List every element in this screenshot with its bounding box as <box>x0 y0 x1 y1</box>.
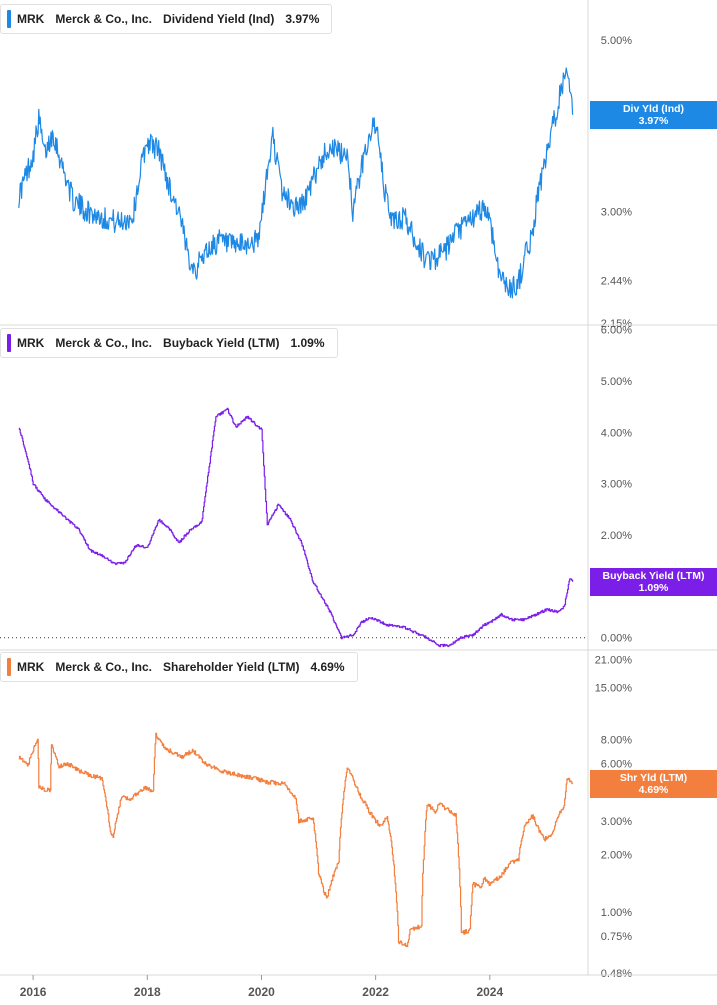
tag-value: 4.69% <box>638 783 669 796</box>
y-tick-label: 3.00% <box>601 479 632 491</box>
y-tick-label: 8.00% <box>601 735 632 747</box>
y-tick-label: 6.00% <box>601 758 632 770</box>
y-tick-label: 15.00% <box>595 682 633 694</box>
tag-value: 3.97% <box>638 114 669 127</box>
x-tick-label: 2024 <box>476 985 503 999</box>
y-tick-label: 0.00% <box>601 633 632 645</box>
buyback-yield-value-tag: Buyback Yield (LTM) 1.09% <box>590 567 717 596</box>
tag-title: Shr Yld (LTM) <box>619 771 688 784</box>
y-tick-label: 3.00% <box>601 206 632 218</box>
y-tick-label: 0.75% <box>601 931 632 943</box>
x-tick-label: 2016 <box>20 985 47 999</box>
tag-title: Div Yld (Ind) <box>622 102 685 115</box>
shareholder-yield-value-tag: Shr Yld (LTM) 4.69% <box>590 769 717 798</box>
y-tick-label: 2.00% <box>601 530 632 542</box>
x-tick-label: 2020 <box>248 985 275 999</box>
y-tick-label: 21.00% <box>595 655 633 667</box>
y-tick-label: 1.00% <box>601 907 632 919</box>
y-tick-label: 3.00% <box>601 816 632 828</box>
dividend-yield-value-tag: Div Yld (Ind) 3.97% <box>590 100 717 129</box>
y-tick-label: 2.00% <box>601 850 632 862</box>
series-line <box>18 407 574 648</box>
y-tick-label: 0.48% <box>601 968 632 980</box>
y-tick-label: 4.00% <box>601 427 632 439</box>
y-tick-label: 2.44% <box>601 276 632 288</box>
yield-charts: 5.00%3.00%2.44%2.15%6.00%5.00%4.00%3.00%… <box>0 0 717 999</box>
y-tick-label: 6.00% <box>601 325 632 337</box>
tag-value: 1.09% <box>638 581 669 594</box>
y-tick-label: 5.00% <box>601 35 632 47</box>
x-tick-label: 2022 <box>362 985 389 999</box>
series-line <box>18 67 574 299</box>
series-line <box>18 732 574 948</box>
x-tick-label: 2018 <box>134 985 161 999</box>
tag-title: Buyback Yield (LTM) <box>602 569 705 582</box>
y-tick-label: 5.00% <box>601 376 632 388</box>
